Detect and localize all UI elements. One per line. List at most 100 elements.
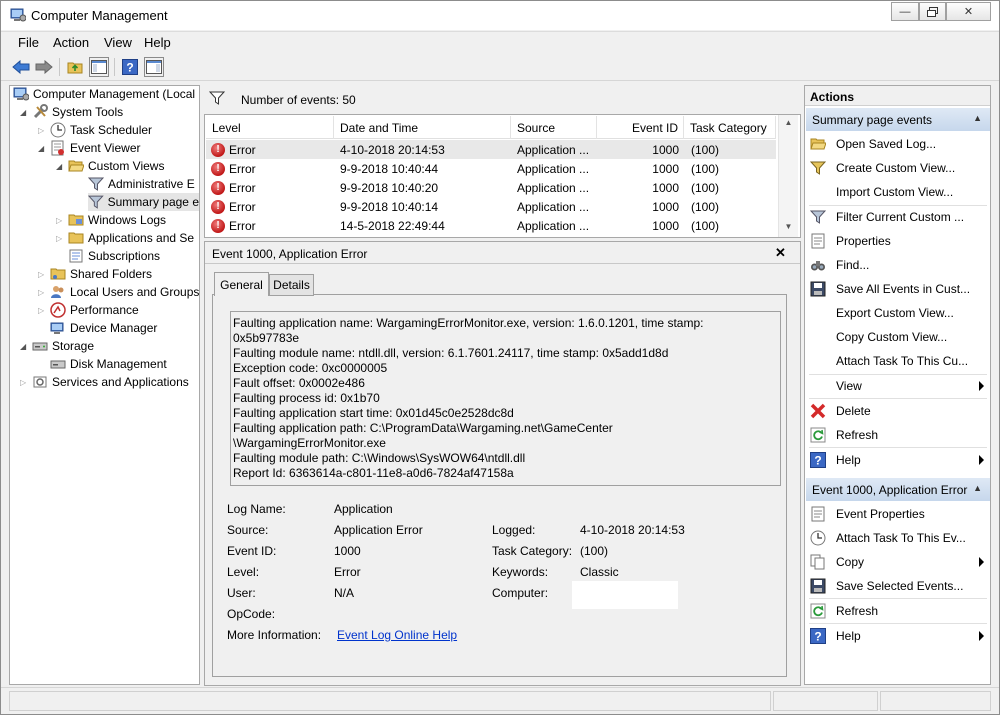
actions-section-summary-page-events[interactable]: Summary page events ▲	[806, 108, 990, 131]
action-label: Help	[836, 453, 861, 467]
submenu-arrow-icon	[979, 455, 984, 465]
tree-label: Subscriptions	[88, 249, 161, 263]
tree-item-summary-page-events[interactable]: Summary page e	[88, 193, 199, 211]
expanded-arrow-icon[interactable]: ◢	[20, 342, 32, 351]
minimize-icon: —	[899, 5, 911, 18]
menu-view[interactable]: View	[104, 35, 132, 50]
expanded-arrow-icon[interactable]: ◢	[56, 162, 68, 171]
action-filter-current-custom-view[interactable]: Filter Current Custom ...	[805, 205, 990, 229]
collapsed-arrow-icon[interactable]: ▷	[38, 288, 50, 297]
tree-item-event-viewer[interactable]: ◢ Event Viewer	[38, 139, 140, 157]
tree-label: Applications and Se	[88, 231, 195, 245]
events-list-scrollbar[interactable]: ▲ ▼	[778, 115, 798, 237]
tree-item-custom-views[interactable]: ◢ Custom Views	[56, 157, 164, 175]
action-save-all-events[interactable]: Save All Events in Cust...	[805, 277, 990, 301]
scroll-up-icon[interactable]: ▲	[782, 115, 795, 131]
status-bar	[1, 687, 999, 714]
collapsed-arrow-icon[interactable]: ▷	[38, 306, 50, 315]
expanded-arrow-icon[interactable]: ◢	[38, 144, 50, 153]
close-detail-icon[interactable]: ✕	[775, 245, 786, 261]
tab-general[interactable]: General	[214, 272, 269, 296]
tree-item-administrative-events[interactable]: Administrative E	[88, 175, 195, 193]
column-header-level[interactable]: Level	[206, 116, 334, 139]
action-open-saved-log[interactable]: Open Saved Log...	[805, 132, 990, 156]
collapsed-arrow-icon[interactable]: ▷	[38, 270, 50, 279]
maximize-button[interactable]	[919, 2, 946, 21]
action-create-custom-view[interactable]: Create Custom View...	[805, 156, 990, 180]
collapsed-arrow-icon[interactable]: ▷	[56, 216, 68, 225]
description-line: Faulting process id: 0x1b70	[233, 391, 380, 405]
menu-file[interactable]: File	[18, 35, 39, 50]
action-find[interactable]: Find...	[805, 253, 990, 277]
tree-item-task-scheduler[interactable]: ▷ Task Scheduler	[38, 121, 152, 139]
action-attach-task-to-event[interactable]: Attach Task To This Ev...	[805, 526, 990, 550]
collapse-icon[interactable]: ▲	[973, 483, 982, 493]
tree-item-local-users-and-groups[interactable]: ▷ Local Users and Groups	[38, 283, 199, 301]
filter-icon	[88, 195, 104, 209]
action-refresh[interactable]: Refresh	[805, 423, 990, 447]
action-delete[interactable]: Delete	[805, 399, 990, 423]
column-header-event-id[interactable]: Event ID	[597, 116, 684, 139]
expanded-arrow-icon[interactable]: ◢	[20, 108, 32, 117]
tree-item-applications-and-services[interactable]: ▷ Applications and Se	[56, 229, 194, 247]
event-row[interactable]: ! Error 9-9-2018 10:40:14 Application ...…	[206, 197, 776, 216]
event-log-online-help-link[interactable]: Event Log Online Help	[337, 628, 457, 642]
tree-item-system-tools[interactable]: ◢ System Tools	[20, 103, 123, 121]
tree-item-shared-folders[interactable]: ▷ Shared Folders	[38, 265, 152, 283]
tree-item-device-manager[interactable]: Device Manager	[50, 319, 157, 337]
scroll-down-icon[interactable]: ▼	[782, 219, 795, 235]
tree-item-performance[interactable]: ▷ Performance	[38, 301, 139, 319]
action-refresh-event[interactable]: Refresh	[805, 599, 990, 623]
show-hide-action-pane-button[interactable]	[144, 57, 164, 77]
event-task-category: (100)	[691, 142, 720, 157]
forward-button[interactable]	[34, 57, 54, 77]
action-attach-task-to-custom-view[interactable]: Attach Task To This Cu...	[805, 349, 990, 373]
action-save-selected-events[interactable]: Save Selected Events...	[805, 574, 990, 598]
event-row[interactable]: ! Error 4-10-2018 20:14:53 Application ..…	[206, 140, 776, 159]
action-help[interactable]: ? Help	[805, 448, 990, 472]
tree-item-disk-management[interactable]: Disk Management	[50, 355, 167, 373]
action-label: Refresh	[836, 604, 879, 618]
collapsed-arrow-icon[interactable]: ▷	[38, 126, 50, 135]
action-help-event[interactable]: ? Help	[805, 624, 990, 648]
tree-item-storage[interactable]: ◢ Storage	[20, 337, 94, 355]
help-button[interactable]: ?	[120, 57, 140, 77]
action-copy[interactable]: Copy	[805, 550, 990, 574]
event-date: 9-9-2018 10:40:20	[340, 180, 439, 195]
tree-item-computer-management[interactable]: Computer Management (Local	[13, 85, 195, 103]
tree-item-services-and-applications[interactable]: ▷ Services and Applications	[20, 373, 189, 391]
menu-action[interactable]: Action	[53, 35, 89, 50]
actions-section-event-1000[interactable]: Event 1000, Application Error ▲	[806, 478, 990, 501]
collapse-icon[interactable]: ▲	[973, 113, 982, 123]
tree-item-subscriptions[interactable]: Subscriptions	[68, 247, 160, 265]
event-id: 1000	[652, 199, 679, 214]
column-header-task-category[interactable]: Task Category	[684, 116, 776, 139]
event-description[interactable]: Faulting application name: WargamingErro…	[230, 311, 781, 486]
action-view[interactable]: View	[805, 374, 990, 398]
up-folder-button[interactable]	[65, 57, 85, 77]
action-pane-icon	[146, 60, 162, 74]
tree-label: Performance	[70, 303, 139, 317]
filter-icon	[88, 177, 104, 191]
collapsed-arrow-icon[interactable]: ▷	[20, 378, 32, 387]
properties-icon	[811, 233, 825, 249]
back-button[interactable]	[11, 57, 31, 77]
event-row[interactable]: ! Error 9-9-2018 10:40:20 Application ...…	[206, 178, 776, 197]
column-header-date-time[interactable]: Date and Time	[334, 116, 511, 139]
minimize-button[interactable]: —	[891, 2, 919, 21]
action-import-custom-view[interactable]: Import Custom View...	[805, 180, 990, 204]
action-copy-custom-view[interactable]: Copy Custom View...	[805, 325, 990, 349]
event-row[interactable]: ! Error 14-5-2018 22:49:44 Application ..…	[206, 216, 776, 235]
collapsed-arrow-icon[interactable]: ▷	[56, 234, 68, 243]
event-row[interactable]: ! Error 9-9-2018 10:40:44 Application ...…	[206, 159, 776, 178]
column-header-source[interactable]: Source	[511, 116, 597, 139]
show-hide-console-tree-button[interactable]	[89, 57, 109, 77]
tree-label: Summary page e	[107, 195, 199, 209]
action-export-custom-view[interactable]: Export Custom View...	[805, 301, 990, 325]
close-window-button[interactable]: ✕	[946, 2, 991, 21]
action-properties[interactable]: Properties	[805, 229, 990, 253]
tab-details[interactable]: Details	[269, 274, 314, 296]
tree-item-windows-logs[interactable]: ▷ Windows Logs	[56, 211, 166, 229]
menu-help[interactable]: Help	[144, 35, 171, 50]
action-event-properties[interactable]: Event Properties	[805, 502, 990, 526]
